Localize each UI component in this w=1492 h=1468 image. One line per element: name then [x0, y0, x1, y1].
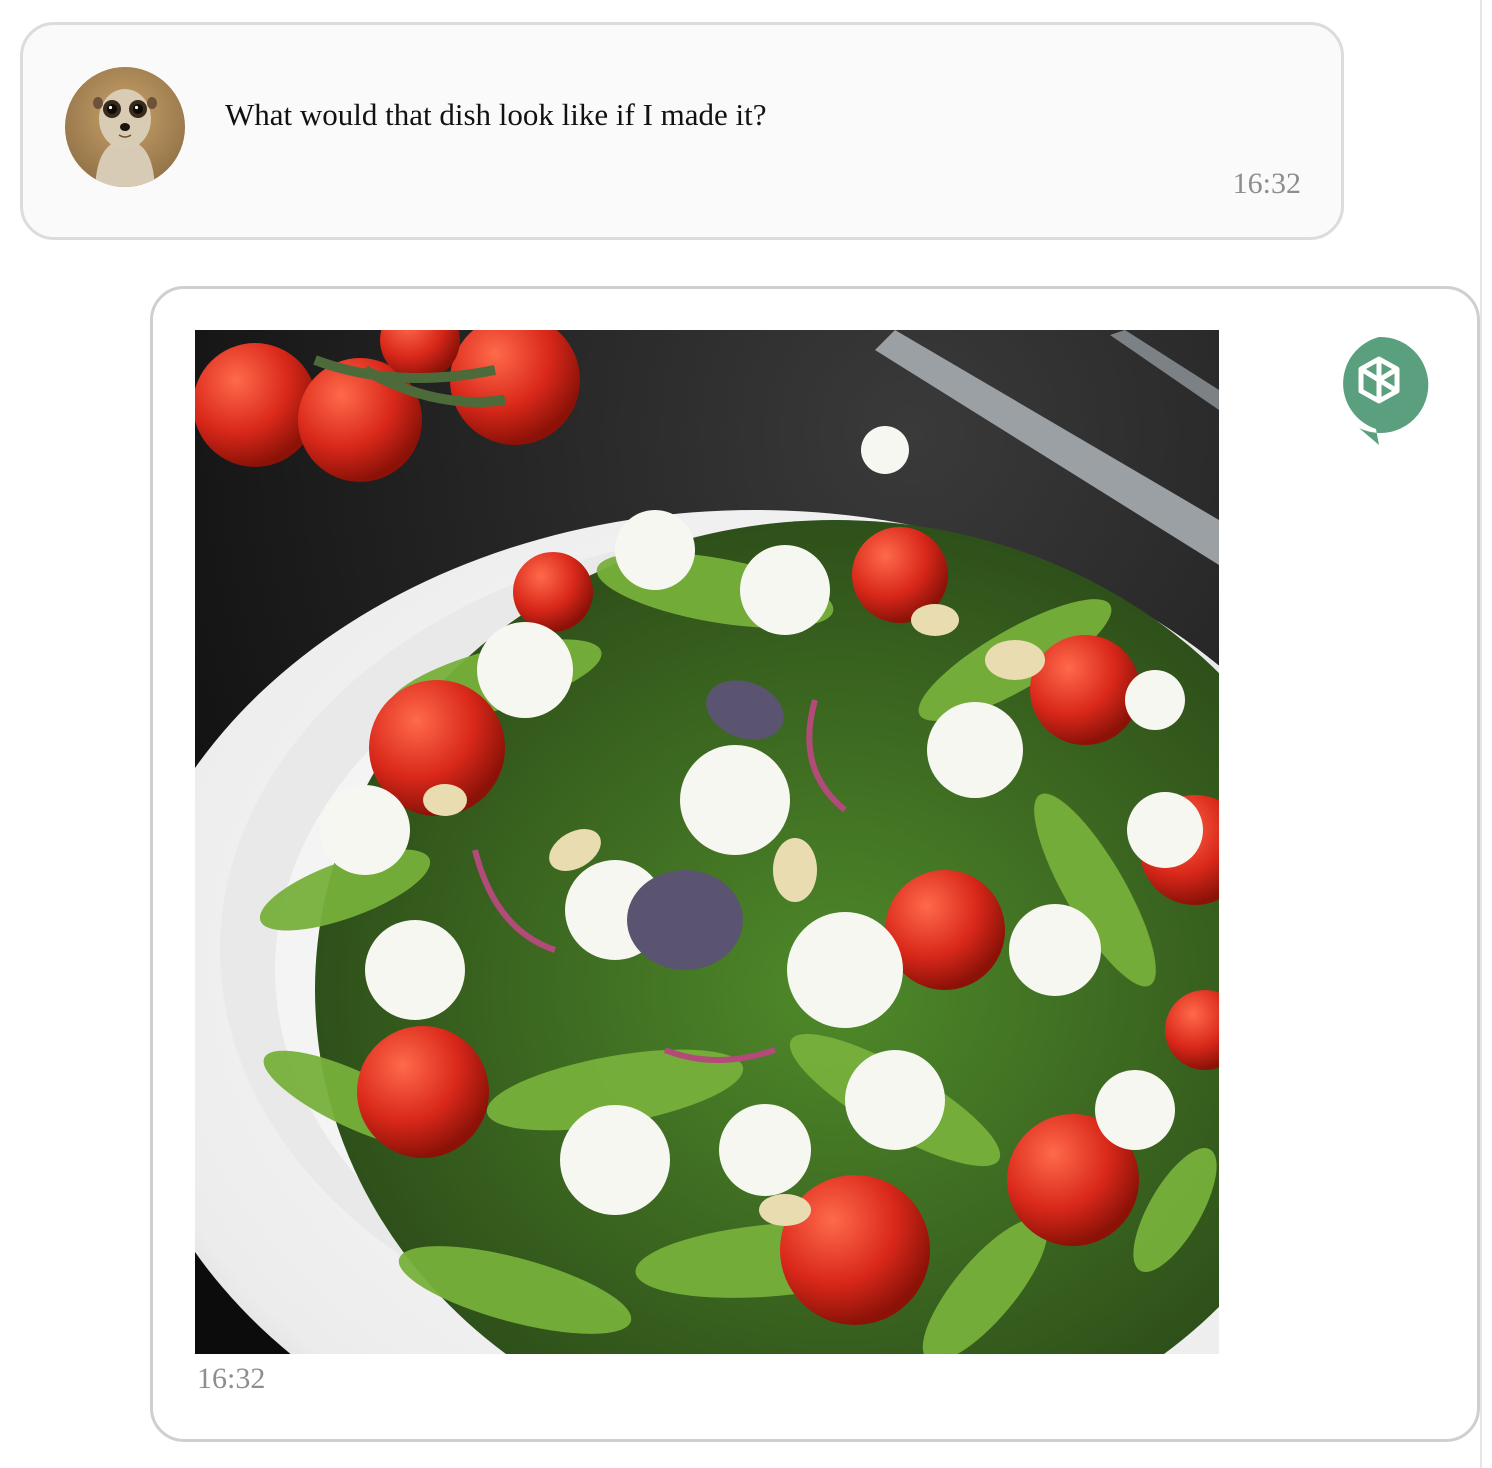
chat-page: What would that dish look like if I made…: [0, 0, 1492, 1468]
user-message-text: What would that dish look like if I made…: [225, 97, 767, 132]
salad-bowl-image[interactable]: [195, 330, 1219, 1354]
assistant-message-timestamp: 16:32: [197, 1362, 266, 1395]
scrollbar-track[interactable]: [1480, 0, 1482, 1468]
openai-logo-icon: [1329, 335, 1429, 447]
meerkat-avatar-icon[interactable]: [65, 67, 185, 187]
user-message-timestamp: 16:32: [1232, 167, 1301, 200]
user-message-bubble: What would that dish look like if I made…: [20, 22, 1344, 240]
assistant-message-bubble: 16:32: [150, 286, 1480, 1442]
